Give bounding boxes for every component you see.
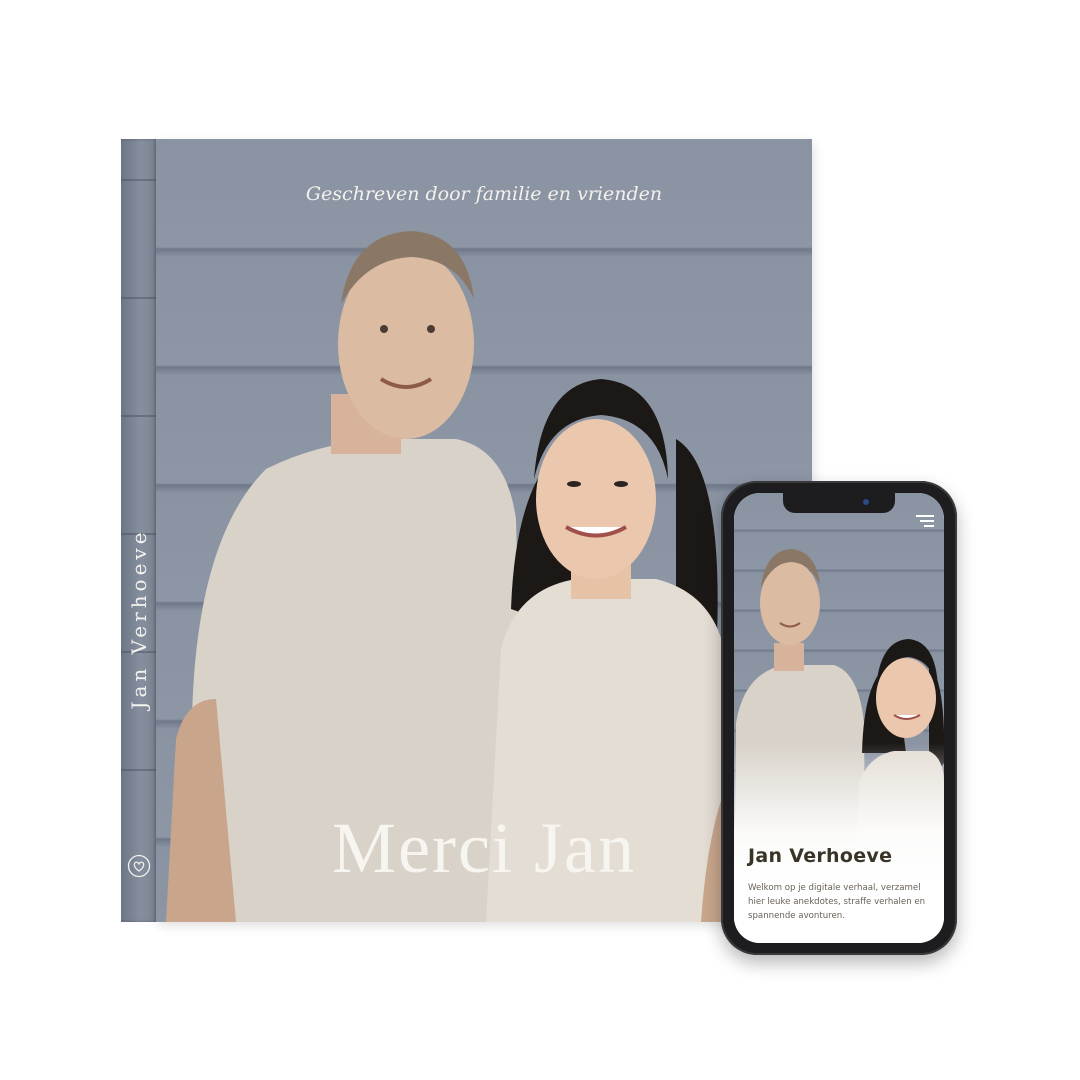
spine-title: Jan Verhoeve [127, 528, 151, 710]
phone-page-title: Jan Verhoeve [748, 845, 893, 867]
phone-intro-text: Welkom op je digitale verhaal, verzamel … [748, 883, 926, 921]
phone-screen: Jan Verhoeve Welkom op je digitale verha… [734, 493, 944, 943]
phone-notch [783, 493, 895, 513]
cover-subtitle: Geschreven door familie en vrienden [305, 183, 663, 205]
book-spine: Jan Verhoeve [121, 139, 157, 922]
phone-mockup: Jan Verhoeve Welkom op je digitale verha… [721, 481, 957, 955]
heart-logo-icon [127, 854, 151, 878]
camera-icon [863, 499, 869, 505]
cover-title: Merci Jan [332, 808, 636, 888]
book-cover: Geschreven door familie en vrienden Merc… [156, 139, 812, 922]
hamburger-menu-icon[interactable] [916, 515, 934, 529]
cover-photo [166, 231, 812, 922]
